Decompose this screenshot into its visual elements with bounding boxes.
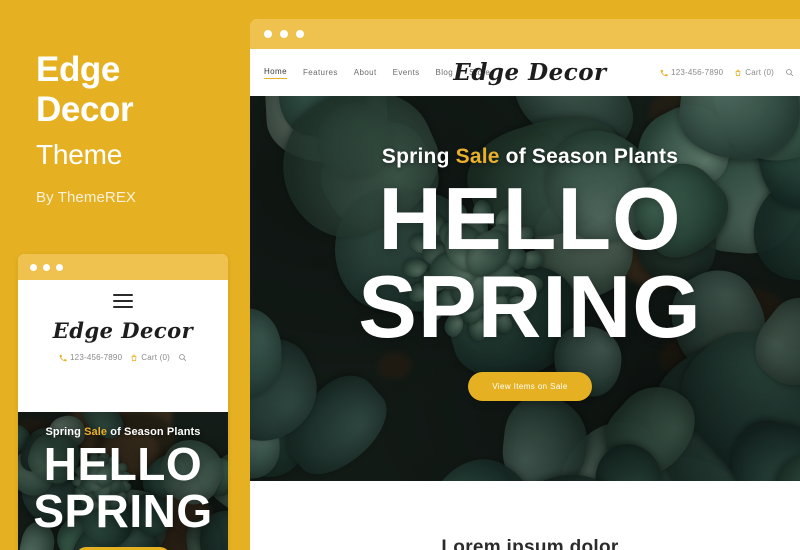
mobile-hero-sub-post: of Season Plants: [107, 426, 201, 438]
nav-item-store[interactable]: Store: [469, 68, 490, 77]
theme-author: By ThemeREX: [36, 189, 137, 206]
theme-name-line2: Decor: [36, 90, 134, 129]
cart-icon: [735, 69, 741, 76]
nav-item-features[interactable]: Features: [303, 68, 338, 77]
mobile-hero-headline-line2: SPRING: [33, 484, 213, 537]
desktop-header-meta: 123-456-7890 Cart (0): [660, 68, 794, 77]
mobile-cart-label: Cart (0): [141, 353, 170, 362]
left-info-panel: Edge Decor Theme By ThemeREX Edge Decor: [0, 0, 240, 550]
window-dot-close-icon[interactable]: [264, 30, 272, 38]
mobile-page-body: Edge Decor 123-456-7890 Cart (0) Spring …: [18, 294, 228, 550]
desktop-hero-headline-line1: HELLO: [378, 169, 682, 268]
window-dot-minimize-icon[interactable]: [43, 263, 50, 271]
desktop-main-nav: Home Features About Events Blog Store: [264, 67, 490, 79]
nav-item-blog[interactable]: Blog: [436, 68, 454, 77]
cart-icon: [131, 354, 137, 361]
theme-title-block: Edge Decor Theme By ThemeREX: [36, 50, 236, 208]
theme-subtitle: Theme: [36, 139, 123, 170]
search-icon: [786, 69, 794, 77]
window-dot-maximize-icon[interactable]: [56, 263, 63, 271]
desktop-phone-link[interactable]: 123-456-7890: [660, 68, 723, 77]
phone-icon: [660, 69, 668, 76]
nav-item-events[interactable]: Events: [393, 68, 420, 77]
desktop-cart-link[interactable]: Cart (0): [734, 68, 774, 77]
mobile-hero-headline-line1: HELLO: [43, 438, 203, 490]
desktop-hero-sub-post: of Season Plants: [499, 145, 679, 168]
mobile-hero-sub-accent: Sale: [84, 426, 108, 438]
mobile-browser-chrome-bar: [18, 254, 228, 280]
desktop-hero-sub-accent: Sale: [455, 145, 500, 168]
window-dot-minimize-icon[interactable]: [280, 30, 288, 38]
nav-item-about[interactable]: About: [354, 68, 377, 77]
desktop-hero-content: Spring Sale of Season Plants HELLO SPRIN…: [250, 96, 800, 481]
mobile-preview-window[interactable]: Edge Decor 123-456-7890 Cart (0) Spring …: [18, 254, 228, 550]
screenshot-root: Edge Decor Theme By ThemeREX Edge Decor: [0, 0, 800, 550]
mobile-phone-number: 123-456-7890: [70, 353, 123, 362]
below-fold-heading: Lorem ipsum dolor: [441, 537, 619, 550]
desktop-hero-cta-button[interactable]: View Items on Sale: [468, 372, 592, 402]
theme-name-line1: Edge: [36, 50, 120, 89]
mobile-cart-link[interactable]: Cart (0): [130, 353, 170, 362]
desktop-hero-sub-pre: Spring: [381, 145, 456, 168]
nav-item-home[interactable]: Home: [264, 67, 287, 79]
window-dot-close-icon[interactable]: [30, 263, 37, 271]
desktop-cart-label: Cart (0): [745, 68, 774, 77]
mobile-hero-sub-pre: Spring: [45, 426, 85, 438]
search-icon: [179, 354, 187, 362]
mobile-hero-section: Spring Sale of Season Plants HELLO SPRIN…: [18, 412, 228, 550]
mobile-header-meta: 123-456-7890 Cart (0): [18, 353, 228, 362]
desktop-hero-headline-line2: SPRING: [358, 256, 702, 356]
mobile-site-logo[interactable]: Edge Decor: [18, 318, 228, 343]
desktop-browser-chrome-bar: [250, 19, 800, 49]
desktop-phone-number: 123-456-7890: [671, 68, 724, 77]
window-dot-maximize-icon[interactable]: [296, 30, 304, 38]
desktop-site-header: Home Features About Events Blog Store Ed…: [250, 49, 800, 96]
desktop-hero-subtitle: Spring Sale of Season Plants: [382, 145, 678, 169]
mobile-phone-link[interactable]: 123-456-7890: [59, 353, 122, 362]
desktop-hero-section: Spring Sale of Season Plants HELLO SPRIN…: [250, 96, 800, 481]
mobile-hero-subtitle: Spring Sale of Season Plants: [45, 426, 200, 438]
phone-icon: [59, 354, 67, 361]
desktop-below-fold-section: Lorem ipsum dolor: [250, 481, 800, 550]
mobile-hero-content: Spring Sale of Season Plants HELLO SPRIN…: [18, 412, 228, 550]
desktop-preview-window[interactable]: Home Features About Events Blog Store Ed…: [250, 19, 800, 550]
hamburger-menu-icon[interactable]: [113, 294, 133, 308]
desktop-search-button[interactable]: [785, 68, 794, 77]
mobile-search-button[interactable]: [178, 353, 187, 362]
